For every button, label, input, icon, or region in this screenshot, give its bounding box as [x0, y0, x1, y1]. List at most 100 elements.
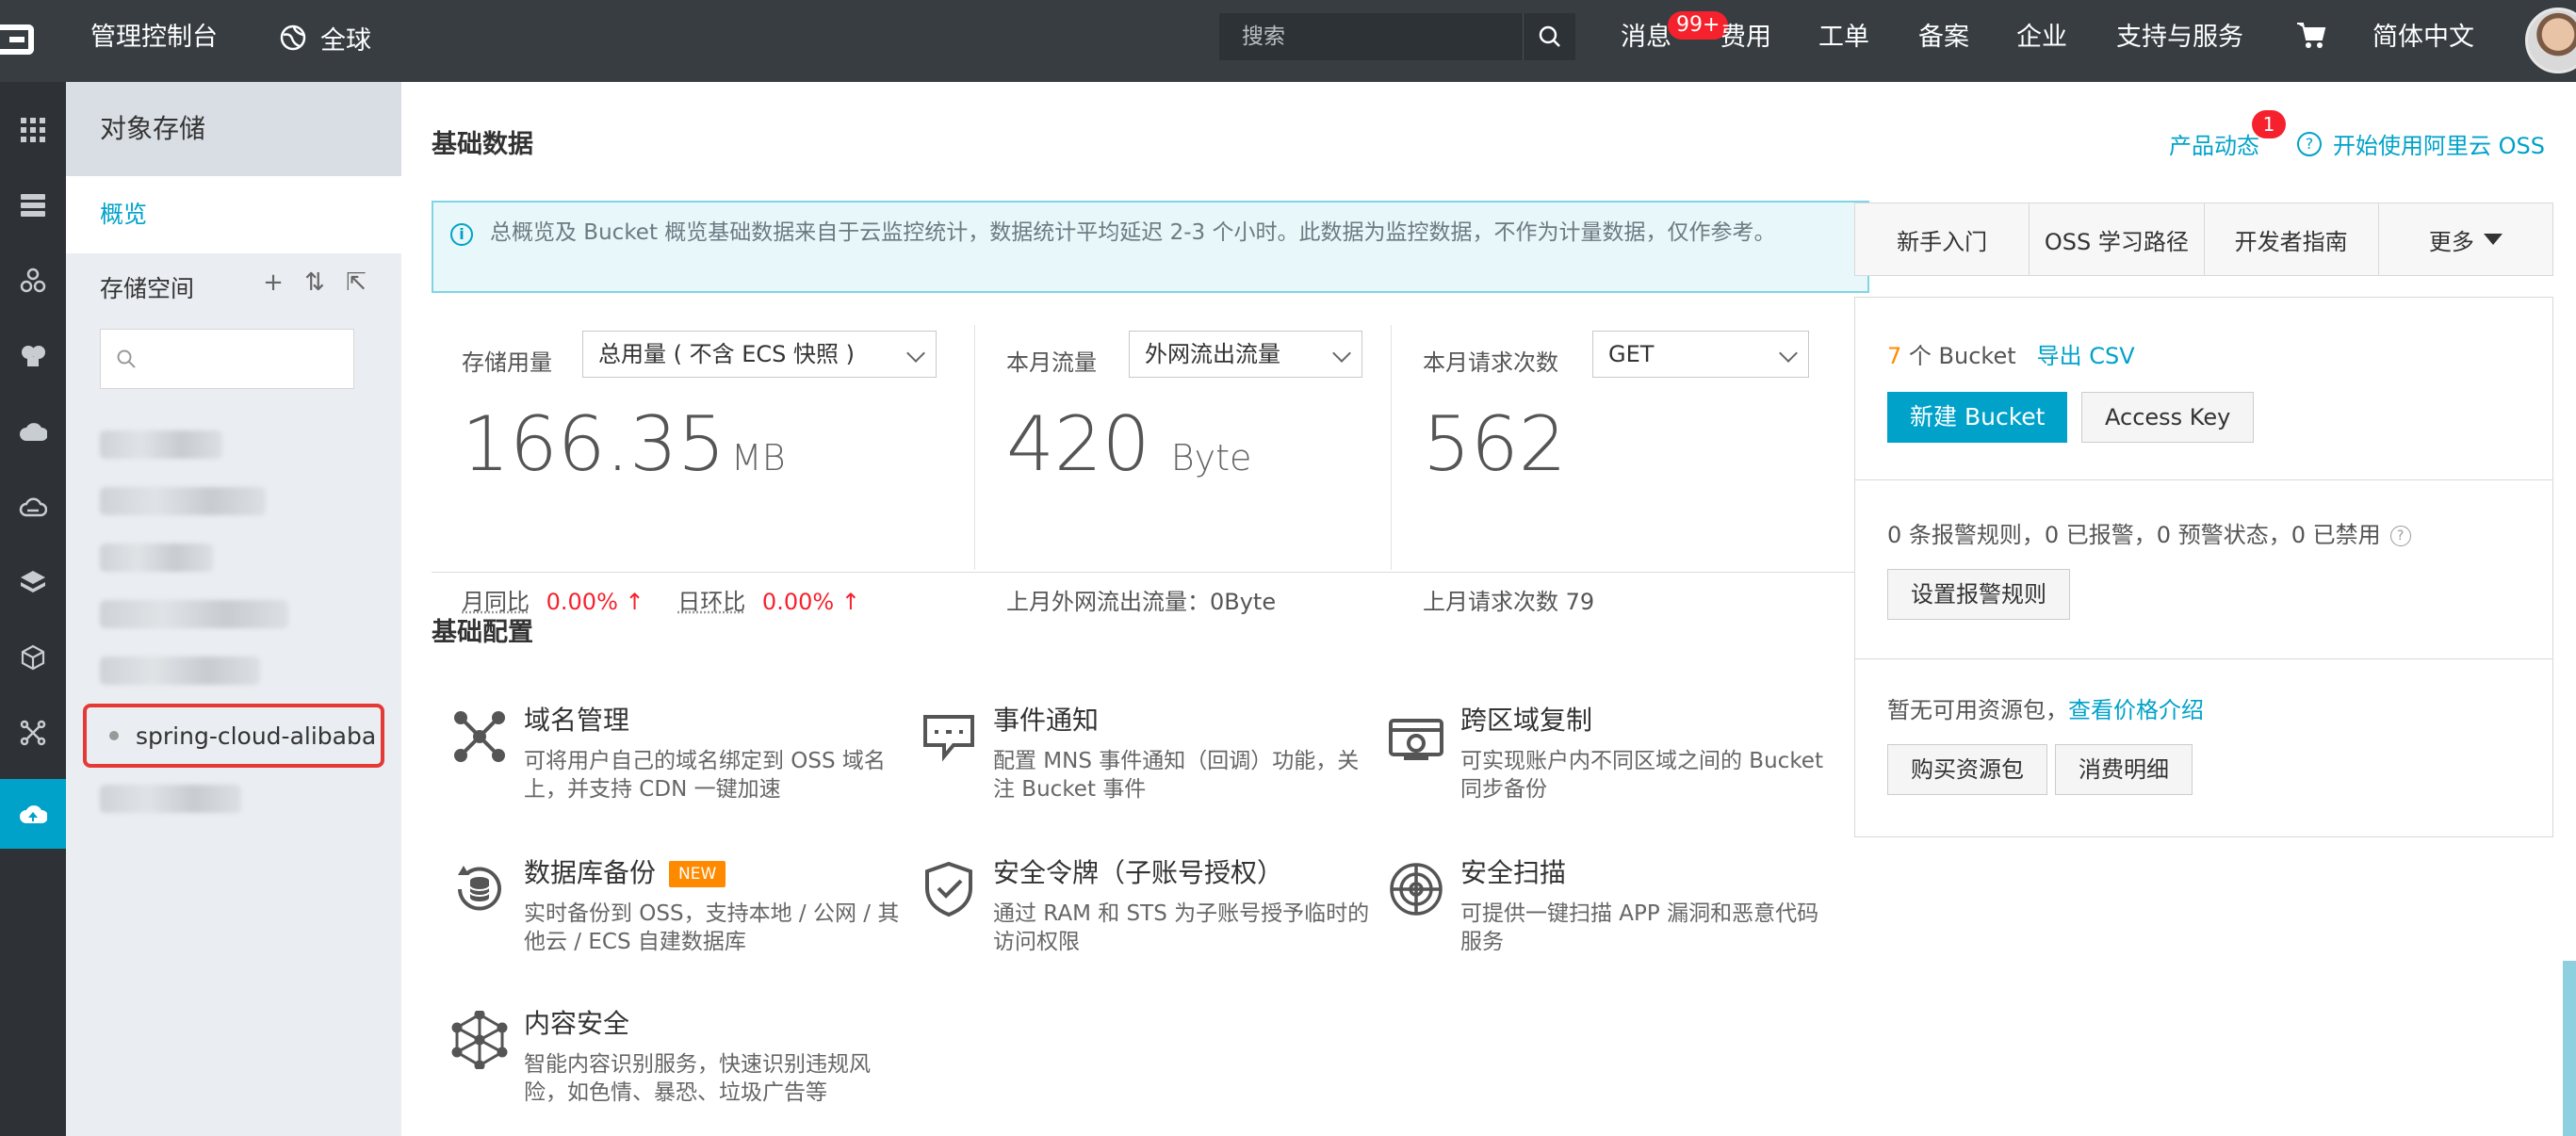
last-month-requests: 上月请求次数 79: [1423, 589, 1595, 615]
monthly-requests-value: 562: [1423, 400, 1567, 488]
monthly-traffic-card: 本月流量 外网流出流量 420 Byte 上月外网流出流量：0Byte: [1006, 331, 1383, 632]
resource-text: 暂无可用资源包，查看价格介绍: [1887, 691, 2204, 724]
cube-icon[interactable]: [0, 623, 66, 692]
export-csv-link[interactable]: 导出 CSV: [2037, 343, 2135, 369]
config-desc: 可实现账户内不同区域之间的 Bucket 同步备份: [1460, 749, 1823, 802]
bucket-count: 7 个 Bucket 导出 CSV: [1887, 337, 2135, 370]
config-desc: 可提供一键扫描 APP 漏洞和恶意代码服务: [1460, 901, 1819, 954]
caret-down-icon: [2483, 234, 2503, 245]
cloud-db-icon[interactable]: [0, 397, 66, 466]
bucket-item-blurred[interactable]: [100, 430, 222, 459]
nav-messages[interactable]: 消息: [1621, 19, 1671, 57]
monthly-traffic-unit: Byte: [1170, 437, 1252, 479]
database-backup-icon: [458, 866, 501, 911]
arrow-up-icon: ↑: [840, 589, 860, 615]
content-security-icon: [451, 1011, 508, 1069]
help-icon[interactable]: ?: [2389, 526, 2411, 546]
storage-usage-card: 存储用量 总用量 ( 不含 ECS 快照 ) 166.35 MB 月同比 0.00…: [462, 331, 952, 632]
monthly-requests-number: 562: [1423, 400, 1567, 488]
sidebar-item-overview[interactable]: 概览: [66, 176, 401, 253]
tab-more-label: 更多: [2428, 228, 2474, 255]
stat-divider: [1391, 325, 1392, 570]
search-button[interactable]: [1523, 13, 1575, 60]
new-bucket-button[interactable]: 新建 Bucket: [1887, 392, 2068, 443]
get-started-link[interactable]: ? 开始使用阿里云 OSS: [2297, 127, 2545, 160]
feedback-side-tab[interactable]: [2563, 961, 2576, 1136]
search-icon: [1539, 25, 1560, 47]
console-title[interactable]: 管理控制台: [90, 19, 218, 57]
messages-badge: 99+: [1668, 11, 1729, 40]
dod-label: 日环比: [677, 589, 746, 615]
bucket-summary-panel: 7 个 Bucket 导出 CSV 新建 Bucket Access Key 0 …: [1854, 297, 2553, 837]
storage-usage-label: 存储用量: [462, 349, 552, 376]
region-label: 全球: [320, 25, 371, 56]
storage-usage-select[interactable]: 总用量 ( 不含 ECS 快照 ): [582, 331, 937, 378]
server-icon[interactable]: [0, 170, 66, 240]
aliyun-logo[interactable]: [0, 21, 41, 58]
config-title: 安全令牌（子账号授权）: [993, 857, 1284, 888]
nav-tickets[interactable]: 工单: [1818, 19, 1869, 57]
network-icon[interactable]: [0, 321, 66, 391]
help-tabs: 新手入门 OSS 学习路径 开发者指南 更多: [1854, 203, 2553, 276]
storage-tools: + ⇅ ⇱: [260, 268, 369, 297]
bucket-item-blurred[interactable]: [100, 785, 241, 813]
sort-icon[interactable]: ⇅: [302, 268, 328, 297]
request-type-select[interactable]: GET: [1592, 331, 1809, 378]
help-circle-icon: ?: [2297, 131, 2322, 156]
chevron-down-icon: [1332, 344, 1351, 363]
monthly-traffic-label: 本月流量: [1006, 349, 1097, 376]
domain-icon: [454, 711, 505, 762]
layers-icon[interactable]: [0, 547, 66, 617]
products-grid-icon[interactable]: [0, 95, 66, 165]
nav-support[interactable]: 支持与服务: [2116, 19, 2243, 57]
tab-developer-guide[interactable]: 开发者指南: [2204, 203, 2379, 275]
set-alarm-button[interactable]: 设置报警规则: [1887, 569, 2070, 620]
bucket-item-blurred[interactable]: [100, 487, 266, 515]
config-title: 事件通知: [993, 705, 1100, 736]
config-desc: 可将用户自己的域名绑定到 OSS 域名上，并支持 CDN 一键加速: [524, 749, 886, 802]
region-selector[interactable]: 全球: [279, 19, 371, 57]
bucket-item-blurred[interactable]: [100, 600, 288, 628]
chevron-down-icon: [1779, 344, 1798, 363]
buy-pack-button[interactable]: 购买资源包: [1887, 744, 2047, 795]
consume-detail-button[interactable]: 消费明细: [2055, 744, 2193, 795]
price-link[interactable]: 查看价格介绍: [2068, 697, 2204, 723]
nav-billing[interactable]: 费用: [1720, 19, 1771, 57]
monthly-traffic-value: 420 Byte: [1006, 400, 1251, 488]
tab-more[interactable]: 更多: [2378, 203, 2552, 275]
bucket-item-active[interactable]: spring-cloud-alibaba: [83, 704, 384, 768]
product-news-link[interactable]: 产品动态: [2169, 127, 2259, 160]
expand-icon[interactable]: ⇱: [343, 268, 369, 297]
tab-learning-path[interactable]: OSS 学习路径: [2030, 203, 2205, 275]
language-selector[interactable]: 简体中文: [2372, 19, 2474, 57]
info-icon: i: [450, 223, 473, 246]
cart-icon[interactable]: [2295, 21, 2327, 60]
bucket-count-text: 个 Bucket: [1901, 343, 2016, 369]
oss-icon[interactable]: [0, 779, 66, 849]
cloud-outline-icon[interactable]: [0, 472, 66, 542]
storage-space-label: 存储空间: [100, 275, 195, 302]
config-desc: 配置 MNS 事件通知（回调）功能，关注 Bucket 事件: [993, 749, 1360, 802]
nav-icp[interactable]: 备案: [1918, 19, 1969, 57]
connect-icon[interactable]: [0, 698, 66, 768]
access-key-button[interactable]: Access Key: [2081, 392, 2255, 443]
security-scan-icon: [1390, 863, 1443, 916]
last-month-traffic: 上月外网流出流量：0Byte: [1006, 589, 1277, 615]
alarm-summary-text: 0 条报警规则，0 已报警，0 预警状态，0 已禁用: [1887, 522, 2381, 548]
global-search: [1219, 13, 1575, 60]
bucket-item-blurred[interactable]: [100, 544, 213, 572]
monthly-requests-label: 本月请求次数: [1423, 349, 1558, 376]
get-started-label: 开始使用阿里云 OSS: [2333, 133, 2545, 159]
config-desc: 智能内容识别服务，快速识别违规风险，如色情、暴恐、垃圾广告等: [524, 1052, 871, 1105]
bucket-search-field[interactable]: [100, 329, 354, 389]
bucket-item-blurred[interactable]: [100, 657, 260, 685]
traffic-type-select[interactable]: 外网流出流量: [1129, 331, 1362, 378]
info-notice: i 总概览及 Bucket 概览基础数据来自于云监控统计，数据统计平均延迟 2-…: [432, 201, 1869, 293]
add-bucket-icon[interactable]: +: [260, 268, 286, 297]
nav-enterprise[interactable]: 企业: [2016, 19, 2067, 57]
tab-beginner[interactable]: 新手入门: [1855, 203, 2030, 275]
info-notice-text: 总概览及 Bucket 概览基础数据来自于云监控统计，数据统计平均延迟 2-3 …: [490, 220, 1776, 245]
cluster-icon[interactable]: [0, 246, 66, 316]
search-input[interactable]: [1219, 13, 1523, 60]
user-avatar[interactable]: [2525, 8, 2576, 73]
